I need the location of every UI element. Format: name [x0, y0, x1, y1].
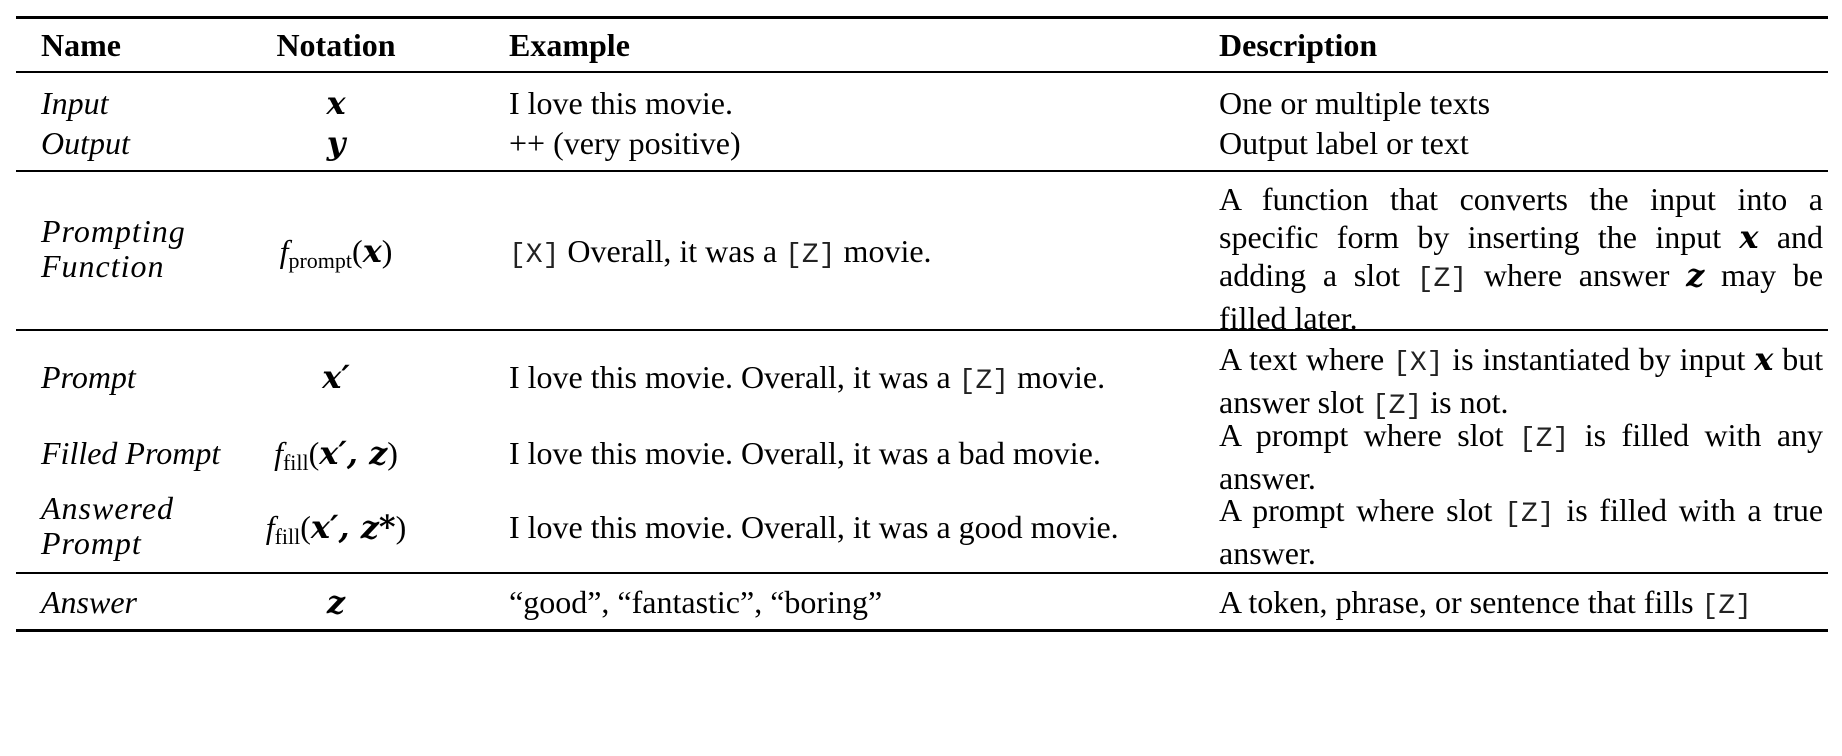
row-notation: x′ [322, 358, 350, 396]
row-notation: ffill(x′, z) [274, 434, 398, 475]
slot-x: [X] [509, 240, 560, 271]
bottom-rule [16, 629, 1828, 632]
row-description: A prompt where slot [Z] is filled with a… [1219, 417, 1824, 496]
top-rule [16, 16, 1828, 19]
section-rule-3 [16, 572, 1828, 574]
slot-z: [Z] [958, 366, 1010, 397]
row-example: I love this movie. [509, 85, 733, 121]
row-example: I love this movie. Overall, it was a [Z]… [509, 359, 1106, 397]
row-example: [X] Overall, it was a [Z] movie. [509, 233, 932, 271]
row-name: Prompting Function [41, 214, 186, 284]
row-name-line2: Function [41, 248, 165, 284]
row-notation: z [326, 583, 346, 621]
row-example: I love this movie. Overall, it was a goo… [509, 509, 1119, 545]
row-notation: x [326, 84, 346, 122]
row-description: One or multiple texts [1219, 85, 1491, 121]
row-notation: fprompt(x) [279, 232, 393, 273]
row-example: “good”, “fantastic”, “boring” [509, 584, 883, 620]
row-description: A text where [X] is instantiated by inpu… [1219, 340, 1824, 422]
row-name: Input [41, 85, 109, 121]
row-name-line2: Prompt [41, 525, 142, 561]
row-name-line1: Answered [41, 490, 175, 526]
row-name: Output [41, 125, 130, 161]
row-name-line1: Prompting [41, 213, 186, 249]
section-rule-1 [16, 170, 1828, 172]
row-name: Answer [41, 584, 137, 620]
row-notation: ffill(x′, z*) [265, 508, 407, 549]
header-rule [16, 71, 1828, 73]
row-name: Filled Prompt [41, 435, 221, 471]
row-name: Prompt [41, 359, 136, 395]
row-description: A function that converts the input into … [1219, 181, 1824, 336]
header-example: Example [509, 27, 630, 63]
header-description: Description [1219, 27, 1378, 63]
row-notation: y [326, 124, 346, 162]
row-example: ++ (very positive) [509, 125, 741, 161]
header-name: Name [41, 27, 121, 63]
row-description: Output label or text [1219, 125, 1469, 161]
row-description: A token, phrase, or sentence that fills … [1219, 584, 1752, 622]
row-example: I love this movie. Overall, it was a bad… [509, 435, 1101, 471]
header-notation: Notation [276, 27, 396, 63]
row-description: A prompt where slot [Z] is filled with a… [1219, 492, 1824, 571]
slot-z: [Z] [785, 240, 836, 271]
row-name: Answered Prompt [41, 491, 174, 561]
